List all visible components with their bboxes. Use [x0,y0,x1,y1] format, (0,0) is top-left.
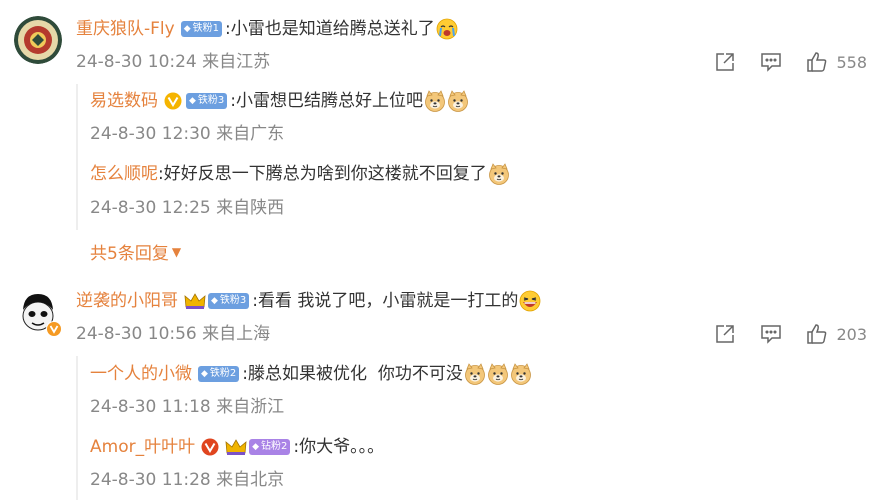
avatar[interactable] [14,16,62,64]
doge-emoji [424,90,446,112]
more-replies-button[interactable]: 共5条回复 ▼ [90,239,181,264]
reply-meta: 24-8-30 12:30 来自广东 [90,124,285,144]
reply-item: 一个人的小微 ◆ 铁粉2 :滕总如果被优化 你功不可没 [90,363,532,385]
reply-item: 怎么顺呢 :好好反思一下腾总为啥到你这楼就不回复了 [90,163,510,185]
doge-emoji [464,363,486,385]
doge-emoji [488,163,510,185]
reply-item: 易选数码 ◆ 铁粉3 :小雷想巴结腾总好上位吧 [90,90,469,112]
comment-button[interactable] [760,323,782,345]
fan-badge: ◆ 铁粉3 [186,93,228,109]
share-icon [716,53,735,71]
diamond-icon: ◆ [211,296,218,306]
like-count: 203 [836,324,867,344]
comment-meta: 24-8-30 10:56 来自上海 [76,324,271,344]
laughing-emoji [519,290,541,312]
comment-text: :小雷也是知道给腾总送礼了 [225,19,435,39]
reply-list [76,356,78,500]
comment-meta: 24-8-30 10:24 来自江苏 [76,52,271,72]
thumbs-up-icon [807,324,827,344]
diamond-icon: ◆ [189,96,196,106]
verified-v-icon [164,92,182,110]
diamond-icon: ◆ [252,442,260,452]
comment-text: :看看 我说了吧，小雷就是一打工的 [252,291,519,311]
username[interactable]: 怎么顺呢 [90,163,158,185]
fan-badge: ◆ 钻粉2 [249,439,291,455]
username[interactable]: 逆袭的小阳哥 [76,290,178,312]
verified-v-icon [201,438,219,456]
doge-emoji [487,363,509,385]
fan-badge: ◆ 铁粉2 [198,366,240,382]
comment-icon [761,53,782,72]
doge-emoji [447,90,469,112]
reply-meta: 24-8-30 11:18 来自浙江 [90,397,285,417]
thumbs-up-icon [807,52,827,72]
like-button[interactable]: 203 [806,323,867,345]
reply-meta: 24-8-30 11:28 来自北京 [90,470,285,490]
like-button[interactable]: 558 [806,51,867,73]
reply-text: :滕总如果被优化 你功不可没 [242,364,463,384]
username[interactable]: Amor_叶叶叶 [90,436,195,458]
share-button[interactable] [714,51,736,73]
verified-v-icon [46,321,62,337]
comment-item: 重庆狼队-Fly ◆ 铁粉1 :小雷也是知道给腾总送礼了 24-8-30 10:2… [0,0,881,270]
reply-item: Amor_叶叶叶 ◆ 钻粉2 :你大爷。。。 [90,436,384,458]
username[interactable]: 易选数码 [90,90,158,112]
comment-actions: 558 [690,51,867,73]
fan-badge: ◆ 铁粉3 [208,293,250,309]
reply-text: :好好反思一下腾总为啥到你这楼就不回复了 [158,164,487,184]
more-replies-label: 共5条回复 [90,244,169,264]
username[interactable]: 重庆狼队-Fly [76,18,175,40]
comment-item: 逆袭的小阳哥 ◆ 铁粉3 :看看 我说了吧，小雷就是一打工的 24-8-30 10… [0,270,881,500]
comment-button[interactable] [760,51,782,73]
comment-actions: 203 [690,323,867,345]
reply-list [76,84,78,230]
caret-down-icon: ▼ [171,244,182,259]
crying-emoji [436,18,458,40]
share-button[interactable] [714,323,736,345]
doge-emoji [510,363,532,385]
diamond-icon: ◆ [201,369,208,379]
like-count: 558 [836,52,867,72]
reply-meta: 24-8-30 12:25 来自陕西 [90,198,285,218]
fan-badge: ◆ 铁粉1 [180,21,222,37]
share-icon [716,325,735,343]
diamond-icon: ◆ [183,24,191,34]
reply-text: :小雷想巴结腾总好上位吧 [230,91,424,111]
username[interactable]: 一个人的小微 [90,363,192,385]
crown-icon [225,439,247,455]
reply-text: :你大爷。。。 [293,437,385,457]
crown-icon [184,293,206,309]
comment-icon [761,325,782,344]
